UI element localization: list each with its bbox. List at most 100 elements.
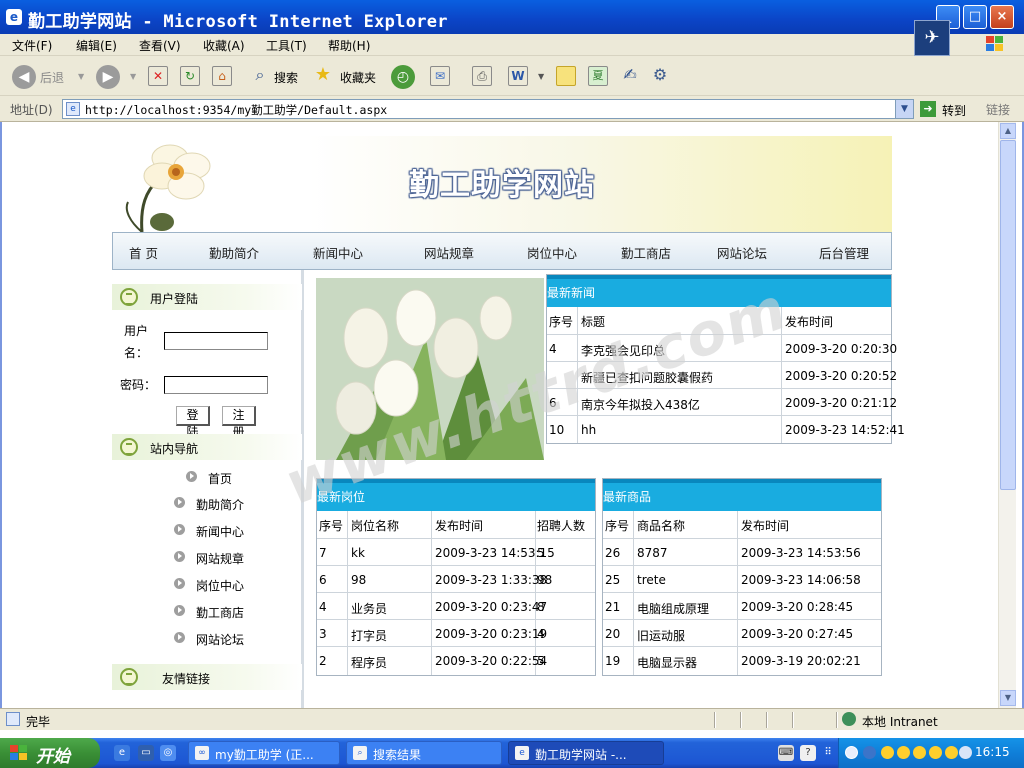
close-button[interactable]: × [990, 5, 1014, 29]
language-icon[interactable]: ⠿ [820, 745, 836, 761]
cell-title[interactable]: hh [581, 423, 596, 437]
sitenav-item-label: 网站论坛 [196, 633, 245, 647]
scroll-thumb[interactable] [1000, 140, 1016, 490]
clock[interactable]: 16:15 [975, 745, 1010, 759]
stop-icon[interactable]: ✕ [148, 66, 168, 86]
qq-icon[interactable] [897, 746, 910, 759]
cell-title[interactable]: 新疆已查扣问题胶囊假药 [581, 369, 713, 386]
table-row[interactable]: 2 程序员 2009-3-20 0:22:54 5 [317, 646, 595, 673]
qq-icon[interactable] [945, 746, 958, 759]
cell-name[interactable]: 旧运动服 [637, 627, 685, 644]
task-button-search[interactable]: ⌕ 搜索结果 [346, 741, 502, 765]
nav-news[interactable]: 新闻中心 [313, 243, 363, 262]
table-row[interactable]: 6 98 2009-3-23 1:33:38 98 [317, 565, 595, 592]
cell-name[interactable]: kk [351, 546, 365, 560]
search-button-label[interactable]: 搜索 [274, 69, 298, 86]
qq-icon[interactable] [913, 746, 926, 759]
links-toolbar[interactable]: 链接 [986, 101, 1010, 118]
back-arrow-icon[interactable]: ◀ [12, 65, 36, 89]
table-row[interactable]: 21 电脑组成原理 2009-3-20 0:28:45 [603, 592, 881, 619]
cell-name[interactable]: 电脑组成原理 [637, 600, 709, 617]
go-button[interactable]: ➜ 转到 [920, 100, 974, 118]
username-input[interactable] [164, 332, 268, 350]
task-label: 勤工助学网站 -... [535, 748, 627, 762]
scroll-up-icon[interactable]: ▲ [1000, 123, 1016, 139]
cell-name[interactable]: 程序员 [351, 654, 387, 671]
desktop-quicklaunch-icon[interactable]: ▭ [138, 745, 154, 761]
cell-title[interactable]: 南京今年拟投入438亿 [581, 396, 700, 413]
back-dropdown-icon[interactable]: ▼ [78, 72, 84, 81]
cell-name[interactable]: 电脑显示器 [637, 654, 697, 671]
home-icon[interactable]: ⌂ [212, 66, 232, 86]
refresh-icon[interactable]: ↻ [180, 66, 200, 86]
mail-icon[interactable]: ✉ [430, 66, 450, 86]
print-icon[interactable]: ⎙ [472, 66, 492, 86]
history-icon[interactable]: ◴ [391, 65, 415, 89]
tray-expand-icon[interactable] [845, 746, 858, 759]
qq-icon[interactable] [929, 746, 942, 759]
vertical-scrollbar[interactable]: ▲ ▼ [998, 122, 1016, 708]
cell-name[interactable]: 98 [351, 573, 366, 587]
table-row[interactable]: 4 李克强会见印总 2009-3-20 0:20:30 [547, 334, 897, 361]
task-button-vs[interactable]: ∞ my勤工助学 (正... [188, 741, 340, 765]
nav-home[interactable]: 首 页 [129, 243, 158, 262]
edit-dropdown-icon[interactable]: ▼ [538, 72, 544, 81]
password-input[interactable] [164, 376, 268, 394]
favorites-button-label[interactable]: 收藏夹 [340, 69, 376, 86]
menu-edit[interactable]: 编辑(E) [76, 37, 117, 54]
messenger-icon[interactable]: ✍ [620, 66, 640, 86]
menu-help[interactable]: 帮助(H) [328, 37, 370, 54]
cell-name[interactable]: 打字员 [351, 627, 387, 644]
network-icon[interactable] [863, 746, 876, 759]
forward-dropdown-icon[interactable]: ▼ [130, 72, 136, 81]
nav-shop[interactable]: 勤工商店 [621, 243, 671, 262]
address-url[interactable]: http://localhost:9354/my勤工助学/Default.asp… [85, 102, 387, 118]
table-row[interactable]: 19 电脑显示器 2009-3-19 20:02:21 [603, 646, 881, 673]
table-row[interactable]: 6 南京今年拟投入438亿 2009-3-20 0:21:12 [547, 388, 897, 415]
window-title-bar[interactable]: e 勤工助学网站 - Microsoft Internet Explorer _… [0, 0, 1024, 34]
table-row[interactable]: 7 kk 2009-3-23 14:53:15 5 [317, 538, 595, 565]
nav-jobs[interactable]: 岗位中心 [527, 243, 577, 262]
volume-icon[interactable] [959, 746, 972, 759]
address-input[interactable]: e http://localhost:9354/my勤工助学/Default.a… [62, 99, 914, 119]
register-button[interactable]: 注册 [222, 406, 256, 439]
address-dropdown-icon[interactable]: ▼ [895, 100, 913, 118]
menu-favorites[interactable]: 收藏(A) [203, 37, 245, 54]
favorites-star-icon[interactable]: ★ [313, 66, 333, 86]
cell-name[interactable]: 业务员 [351, 600, 387, 617]
menu-tools[interactable]: 工具(T) [266, 37, 307, 54]
cell-title[interactable]: 李克强会见印总 [581, 342, 665, 359]
media-icon[interactable]: ⚙ [650, 66, 670, 86]
cell-name[interactable]: trete [637, 573, 666, 587]
table-row[interactable]: 新疆已查扣问题胶囊假药 2009-3-20 0:20:52 [547, 361, 897, 388]
table-row[interactable]: 3 打字员 2009-3-20 0:23:19 4 [317, 619, 595, 646]
table-row[interactable]: 25 trete 2009-3-23 14:06:58 [603, 565, 881, 592]
menu-file[interactable]: 文件(F) [12, 37, 52, 54]
qq-icon[interactable] [881, 746, 894, 759]
cell-name[interactable]: 8787 [637, 546, 668, 560]
research-icon[interactable]: 夏 [588, 66, 608, 86]
nav-admin[interactable]: 后台管理 [819, 243, 869, 262]
nav-rules[interactable]: 网站规章 [424, 243, 474, 262]
help-icon[interactable]: ? [800, 745, 816, 761]
discuss-icon[interactable] [556, 66, 576, 86]
nav-intro[interactable]: 勤助简介 [209, 243, 259, 262]
keyboard-icon[interactable]: ⌨ [778, 745, 794, 761]
maximize-button[interactable]: □ [963, 5, 987, 29]
task-button-ie[interactable]: e 勤工助学网站 -... [508, 741, 664, 765]
nav-forum[interactable]: 网站论坛 [717, 243, 767, 262]
edit-word-icon[interactable]: W [508, 66, 528, 86]
search-icon[interactable]: ⌕ [250, 66, 270, 86]
forward-arrow-icon[interactable]: ▶ [96, 65, 120, 89]
media-quicklaunch-icon[interactable]: ◎ [160, 745, 176, 761]
table-row[interactable]: 26 8787 2009-3-23 14:53:56 [603, 538, 881, 565]
table-row[interactable]: 20 旧运动服 2009-3-20 0:27:45 [603, 619, 881, 646]
start-button[interactable]: 开始 [0, 738, 100, 768]
ie-quicklaunch-icon[interactable]: e [114, 745, 130, 761]
table-row[interactable]: 10 hh 2009-3-23 14:52:41 [547, 415, 905, 442]
scroll-down-icon[interactable]: ▼ [1000, 690, 1016, 706]
login-button[interactable]: 登陆 [176, 406, 210, 439]
menu-view[interactable]: 查看(V) [139, 37, 181, 54]
table-row[interactable]: 4 业务员 2009-3-20 0:23:47 8 [317, 592, 595, 619]
back-button-label[interactable]: 后退 [40, 69, 64, 86]
